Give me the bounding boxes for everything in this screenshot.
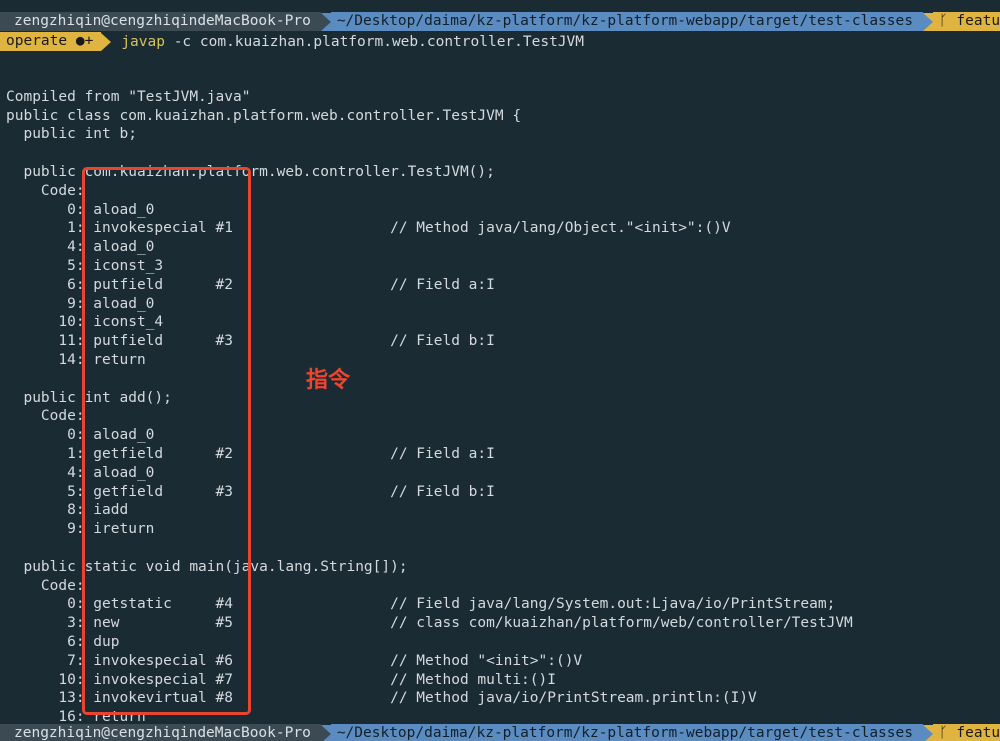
git-status-badge: operate ●+	[0, 32, 102, 51]
command-text: javap -c com.kuaizhan.platform.web.contr…	[121, 34, 584, 50]
prompt-separator-icon	[320, 12, 331, 31]
instructions-highlight-box	[82, 167, 251, 715]
prompt-branch: ᚴ feature-zzq-	[932, 724, 1000, 741]
command-line[interactable]: operate ●+ javap -c com.kuaizhan.platfor…	[0, 32, 584, 51]
prompt-user-host: zengzhiqin@cengzhiqindeMacBook-Pro	[0, 724, 321, 741]
prompt-bar-bottom: zengzhiqin@cengzhiqindeMacBook-Pro ~/Des…	[0, 724, 1000, 741]
output-line: public int b;	[6, 126, 137, 143]
instructions-annotation: 指令	[306, 368, 351, 393]
output-line: Compiled from "TestJVM.java"	[6, 88, 251, 105]
prompt-user-host: zengzhiqin@cengzhiqindeMacBook-Pro	[0, 12, 321, 31]
command-program: javap	[121, 33, 165, 50]
prompt-branch: ᚴ feature-zzq-	[932, 12, 1000, 31]
prompt-separator-icon	[922, 724, 933, 741]
command-args: -c com.kuaizhan.platform.web.controller.…	[173, 33, 585, 50]
prompt-separator-icon	[101, 32, 112, 51]
prompt-separator-icon	[320, 724, 331, 741]
output-line: public class com.kuaizhan.platform.web.c…	[6, 107, 522, 124]
prompt-path: ~/Desktop/daima/kz-platform/kz-platform-…	[330, 12, 923, 31]
prompt-path: ~/Desktop/daima/kz-platform/kz-platform-…	[330, 724, 923, 741]
prompt-bar-top: zengzhiqin@cengzhiqindeMacBook-Pro ~/Des…	[0, 12, 1000, 31]
prompt-separator-icon	[922, 12, 933, 31]
